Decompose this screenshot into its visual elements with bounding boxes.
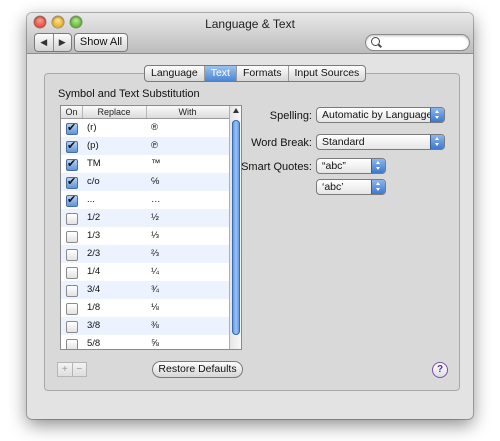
column-header-with[interactable]: With — [146, 106, 229, 118]
tab-text[interactable]: Text — [204, 66, 237, 81]
replace-cell[interactable]: 1/8 — [87, 302, 100, 313]
with-cell[interactable]: ½ — [151, 212, 159, 223]
table-row[interactable]: 5/8 ⅝ — [61, 335, 229, 349]
with-cell[interactable]: ™ — [151, 158, 161, 169]
magnifier-icon — [371, 37, 380, 46]
with-cell[interactable]: ⅝ — [151, 338, 159, 349]
popup-arrows-icon — [430, 108, 444, 122]
table-row[interactable]: 2/3 ⅔ — [61, 245, 229, 263]
on-checkbox[interactable] — [66, 249, 78, 261]
tab-formats[interactable]: Formats — [237, 66, 289, 81]
single-quotes-popup[interactable]: ‘abc’ — [316, 179, 386, 195]
word-break-label: Word Break: — [251, 137, 312, 149]
on-checkbox[interactable] — [66, 339, 78, 349]
on-checkbox[interactable] — [66, 321, 78, 333]
spelling-label: Spelling: — [269, 110, 312, 122]
help-icon[interactable]: ? — [432, 362, 448, 378]
double-quotes-popup[interactable]: “abc” — [316, 158, 386, 174]
popup-arrows-icon — [371, 159, 385, 173]
with-cell[interactable]: ⅓ — [151, 230, 159, 241]
table-row[interactable]: 3/4 ¾ — [61, 281, 229, 299]
replace-cell[interactable]: (p) — [87, 140, 99, 151]
replace-cell[interactable]: 1/4 — [87, 266, 100, 277]
restore-defaults-button[interactable]: Restore Defaults — [152, 361, 243, 378]
popup-arrows-icon — [430, 135, 444, 149]
replace-cell[interactable]: 2/3 — [87, 248, 100, 259]
tab-bar: Language Text Formats Input Sources — [144, 65, 367, 82]
forward-arrow-icon[interactable]: ▶ — [54, 34, 72, 51]
replace-cell[interactable]: 1/3 — [87, 230, 100, 241]
scroll-up-arrow-icon[interactable] — [233, 108, 239, 113]
on-checkbox[interactable] — [66, 231, 78, 243]
on-checkbox[interactable] — [66, 267, 78, 279]
replace-cell[interactable]: c/o — [87, 176, 100, 187]
on-checkbox[interactable] — [66, 213, 78, 225]
spelling-popup[interactable]: Automatic by Language — [316, 107, 445, 123]
on-checkbox[interactable] — [66, 285, 78, 297]
replace-cell[interactable]: 1/2 — [87, 212, 100, 223]
table-row[interactable]: 1/4 ¼ — [61, 263, 229, 281]
add-remove-control: + − — [57, 362, 87, 377]
on-checkbox[interactable] — [66, 193, 78, 207]
table-row[interactable]: 3/8 ⅜ — [61, 317, 229, 335]
search-field[interactable] — [365, 34, 470, 51]
replace-cell[interactable]: 5/8 — [87, 338, 100, 349]
table-row[interactable]: (p) ℗ — [61, 137, 229, 155]
column-header-replace[interactable]: Replace — [82, 106, 147, 118]
show-all-button[interactable]: Show All — [74, 33, 128, 52]
table-row[interactable]: 1/3 ⅓ — [61, 227, 229, 245]
table-rows: (r) ® (p) ℗ TM ™ c/o ℅... … 1/2 ½ 1/3 ⅓ 2/3 ⅔ 1/4 ¼ 3/4 ¾ 1… — [61, 119, 229, 349]
tab-language[interactable]: Language — [145, 66, 205, 81]
word-break-value: Standard — [322, 136, 365, 148]
search-input[interactable] — [382, 36, 462, 48]
with-cell[interactable]: ® — [151, 122, 158, 133]
tab-input-sources[interactable]: Input Sources — [289, 66, 366, 81]
replace-cell[interactable]: ... — [87, 194, 95, 205]
single-quotes-value: ‘abc’ — [322, 181, 344, 193]
substitution-table: On Replace With (r)®(p)℗TM™c/o℅...…1/2½1… — [60, 105, 242, 350]
on-checkbox[interactable] — [66, 175, 78, 189]
scroll-thumb[interactable] — [232, 120, 240, 335]
column-header-on[interactable]: On — [61, 106, 83, 118]
on-checkbox[interactable] — [66, 157, 78, 171]
replace-cell[interactable]: 3/4 — [87, 284, 100, 295]
double-quotes-value: “abc” — [322, 160, 346, 172]
table-row[interactable]: ... … — [61, 191, 229, 209]
replace-cell[interactable]: TM — [87, 158, 101, 169]
with-cell[interactable]: ⅛ — [151, 302, 159, 313]
popup-arrows-icon — [371, 180, 385, 194]
with-cell[interactable]: … — [151, 194, 161, 205]
with-cell[interactable]: ℅ — [151, 176, 159, 187]
add-button[interactable]: + — [58, 363, 73, 376]
preferences-window: Language & Text ◀ ▶ Show All Language Te… — [27, 13, 473, 419]
back-arrow-icon[interactable]: ◀ — [35, 34, 54, 51]
table-row[interactable]: 1/2 ½ — [61, 209, 229, 227]
title-bar: Language & Text ◀ ▶ Show All — [27, 13, 473, 54]
table-row[interactable]: TM ™ — [61, 155, 229, 173]
replace-cell[interactable]: (r) — [87, 122, 97, 133]
with-cell[interactable]: ¾ — [151, 284, 159, 295]
spelling-value: Automatic by Language — [322, 109, 433, 121]
with-cell[interactable]: ⅔ — [151, 248, 159, 259]
section-title: Symbol and Text Substitution — [58, 88, 200, 100]
back-forward-control: ◀ ▶ — [34, 33, 72, 52]
on-checkbox[interactable] — [66, 121, 78, 135]
on-checkbox[interactable] — [66, 139, 78, 153]
word-break-popup[interactable]: Standard — [316, 134, 445, 150]
on-checkbox[interactable] — [66, 303, 78, 315]
with-cell[interactable]: ¼ — [151, 266, 159, 277]
with-cell[interactable]: ℗ — [151, 140, 158, 151]
table-header: On Replace With — [61, 106, 229, 119]
table-row[interactable]: c/o ℅ — [61, 173, 229, 191]
table-row[interactable]: (r) ® — [61, 119, 229, 137]
with-cell[interactable]: ⅜ — [151, 320, 159, 331]
table-row[interactable]: 1/8 ⅛ — [61, 299, 229, 317]
remove-button[interactable]: − — [73, 363, 87, 376]
window-title: Language & Text — [205, 17, 295, 31]
replace-cell[interactable]: 3/8 — [87, 320, 100, 331]
smart-quotes-label: Smart Quotes: — [241, 161, 312, 173]
